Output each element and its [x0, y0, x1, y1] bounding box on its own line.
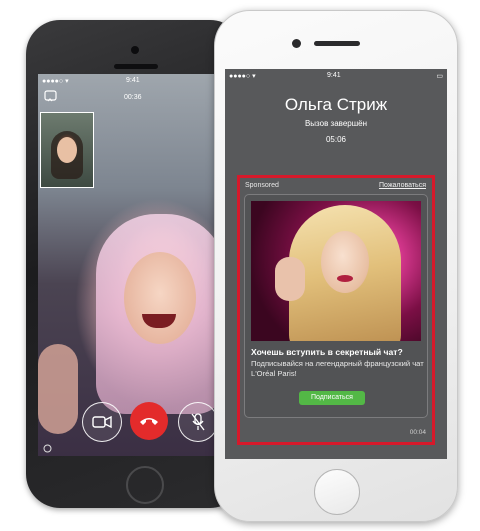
- earpiece: [314, 41, 360, 46]
- end-call-button[interactable]: [130, 402, 168, 440]
- front-camera: [292, 39, 301, 48]
- remote-video-arm: [38, 344, 78, 434]
- status-time: 9:41: [126, 77, 140, 84]
- hang-up-icon: [140, 418, 158, 425]
- subscribe-button[interactable]: Подписаться: [299, 391, 365, 405]
- call-duration: 05:06: [325, 135, 347, 144]
- earpiece: [114, 64, 158, 69]
- ad-card[interactable]: Хочешь вступить в секретный чат? Подписы…: [244, 194, 428, 418]
- ad-heading: Хочешь вступить в секретный чат?: [251, 347, 403, 357]
- minimize-call-icon[interactable]: [44, 90, 57, 108]
- settings-small-icon[interactable]: [43, 440, 52, 456]
- signal-icon: ●●●●○ ▾: [229, 73, 256, 80]
- ad-model-face: [321, 231, 369, 293]
- home-button[interactable]: [126, 466, 164, 504]
- status-time: 9:41: [327, 72, 341, 79]
- mute-button[interactable]: [178, 402, 218, 442]
- battery-icon: ▭: [436, 73, 443, 80]
- ad-body: Подписывайся на легендарный французский …: [251, 359, 424, 378]
- microphone-off-icon: [191, 413, 205, 431]
- video-camera-icon: [92, 415, 112, 429]
- call-timer: 00:36: [124, 94, 142, 101]
- video-call-screen: ●●●●○ ▾ 9:41 ▭ 00:36: [38, 74, 235, 456]
- sponsored-label: Sponsored: [245, 182, 279, 189]
- call-status: Вызов завершён: [304, 119, 368, 128]
- self-video-face: [57, 137, 77, 163]
- front-camera: [131, 46, 139, 54]
- report-ad-link[interactable]: Пожаловаться: [379, 182, 426, 189]
- remote-video-face: [124, 252, 196, 344]
- self-video-preview[interactable]: [40, 112, 94, 188]
- ad-model-lips: [337, 275, 353, 282]
- video-toggle-button[interactable]: [82, 402, 122, 442]
- ad-model-hand: [275, 257, 305, 301]
- call-ended-screen: ●●●●○ ▾ 9:41 ▭ Ольга Стриж Вызов завершё…: [225, 69, 447, 459]
- signal-icon: ●●●●○ ▾: [42, 78, 69, 85]
- back-phone: ●●●●○ ▾ 9:41 ▭ 00:36: [26, 20, 244, 508]
- ad-image[interactable]: [251, 201, 421, 341]
- ad-timestamp: 00:04: [409, 429, 426, 436]
- ad-highlight-frame: Sponsored Пожаловаться Хочешь вступить в…: [237, 175, 435, 445]
- front-phone: ●●●●○ ▾ 9:41 ▭ Ольга Стриж Вызов завершё…: [214, 10, 458, 522]
- home-button[interactable]: [314, 469, 360, 515]
- contact-name: Ольга Стриж: [284, 95, 388, 114]
